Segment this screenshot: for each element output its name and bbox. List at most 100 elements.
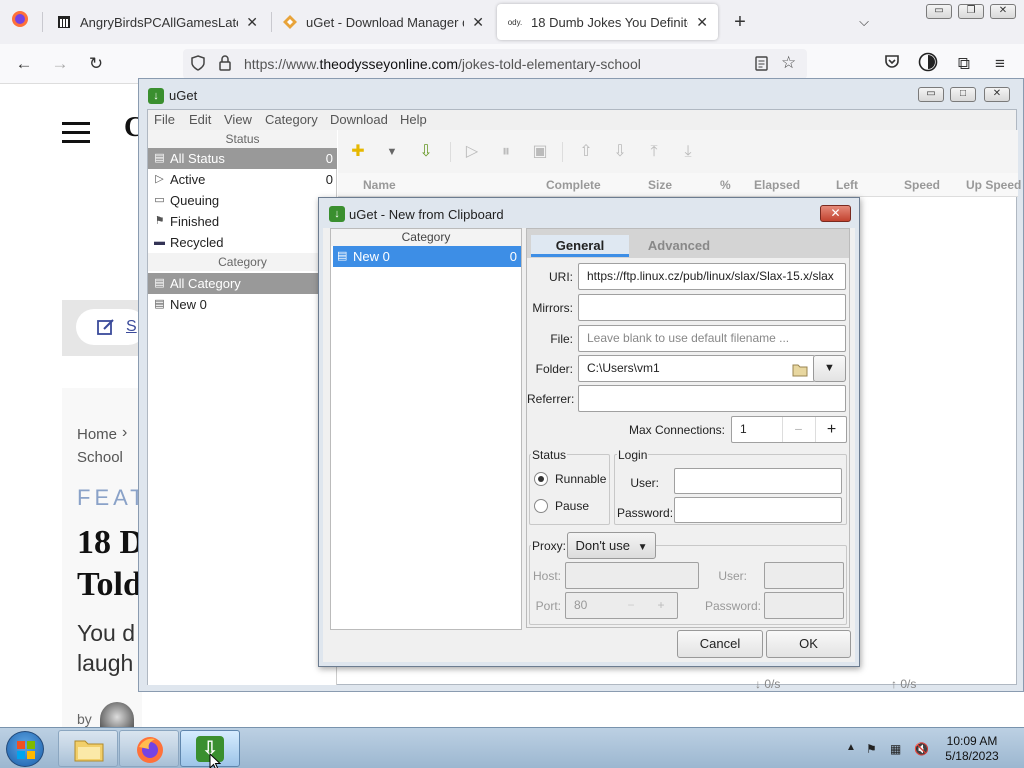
col-elapsed[interactable]: Elapsed: [754, 178, 800, 192]
cancel-button[interactable]: Cancel: [677, 630, 763, 658]
proxy-dropdown[interactable]: Don't use ▼: [567, 532, 656, 559]
status-group: [529, 454, 610, 525]
volume-muted-icon[interactable]: 🔇: [914, 742, 929, 756]
menu-category[interactable]: Category: [265, 112, 318, 127]
user-field[interactable]: [674, 468, 842, 494]
menu-edit[interactable]: Edit: [189, 112, 211, 127]
password-label: Password:: [617, 506, 674, 520]
start-button[interactable]: [6, 731, 44, 767]
close-window-button[interactable]: ✕: [990, 4, 1016, 19]
file-field[interactable]: Leave blank to use default filename ...: [578, 325, 846, 352]
url-bar[interactable]: https://www.theodysseyonline.com/jokes-t…: [183, 49, 807, 79]
taskbar-firefox[interactable]: [119, 730, 179, 767]
dialog-category-new0[interactable]: ▤ New 0 0: [333, 246, 521, 267]
back-icon[interactable]: ←: [12, 52, 36, 76]
close-tab-icon[interactable]: ✕: [246, 14, 258, 31]
runnable-label[interactable]: Runnable: [555, 472, 606, 486]
increment-button[interactable]: +: [815, 417, 846, 442]
category-new0[interactable]: ▤ New 0: [148, 294, 337, 315]
bookmark-star-icon[interactable]: ☆: [781, 53, 796, 73]
mirrors-field[interactable]: [578, 294, 846, 321]
forward-icon[interactable]: →: [48, 52, 72, 76]
firefox-menu-icon[interactable]: [8, 10, 32, 34]
account-icon[interactable]: [916, 52, 940, 76]
folder-icon[interactable]: [792, 361, 808, 381]
reload-icon[interactable]: ↻: [84, 52, 108, 76]
menu-file[interactable]: File: [154, 112, 175, 127]
status-finished[interactable]: ⚑ Finished: [148, 211, 337, 232]
taskbar-explorer[interactable]: [58, 730, 118, 767]
uri-field[interactable]: https://ftp.linux.cz/pub/linux/slax/Slax…: [578, 263, 846, 290]
list-tabs-icon[interactable]: ⌵: [852, 10, 876, 34]
dialog-close-button[interactable]: ✕: [820, 205, 851, 222]
pause-icon[interactable]: ⏸: [496, 142, 516, 162]
taskbar-clock[interactable]: 10:09 AM 5/18/2023: [944, 734, 1000, 764]
reader-view-icon[interactable]: [755, 56, 768, 74]
uget-minimize-button[interactable]: ▭: [918, 87, 944, 102]
share-pill[interactable]: S: [76, 309, 146, 345]
hamburger-menu-icon[interactable]: ≡: [988, 52, 1012, 76]
dialog-body: Category ▤ New 0 0 General Advanced URI:…: [323, 228, 855, 662]
col-left[interactable]: Left: [836, 178, 858, 192]
uget-maximize-button[interactable]: □: [950, 87, 976, 102]
tracking-shield-icon[interactable]: [191, 55, 205, 74]
col-size[interactable]: Size: [648, 178, 672, 192]
start-icon[interactable]: ▷: [462, 142, 482, 162]
move-bottom-icon[interactable]: ⤓: [678, 142, 698, 162]
port-decrement-button: −: [627, 598, 635, 612]
pocket-icon[interactable]: [880, 52, 904, 76]
status-queuing[interactable]: ▭ Queuing: [148, 190, 337, 211]
restore-button[interactable]: ❐: [958, 4, 984, 19]
decrement-button[interactable]: −: [782, 417, 814, 442]
breadcrumb-home[interactable]: Home: [77, 426, 117, 443]
new-dropdown-icon[interactable]: ▼: [382, 142, 402, 162]
col-speed[interactable]: Speed: [904, 178, 940, 192]
move-down-icon[interactable]: ⇩: [610, 142, 630, 162]
new-tab-icon[interactable]: +: [728, 10, 752, 34]
max-connections-field[interactable]: 1 − +: [731, 416, 847, 443]
action-center-icon[interactable]: ⚑: [866, 742, 877, 756]
uget-close-button[interactable]: ✕: [984, 87, 1010, 102]
ok-button[interactable]: OK: [766, 630, 851, 658]
col-complete[interactable]: Complete: [546, 178, 601, 192]
author-by: by: [77, 711, 92, 727]
pause-radio[interactable]: [534, 499, 548, 513]
lock-icon[interactable]: [219, 55, 231, 74]
extensions-icon[interactable]: ⧉: [952, 52, 976, 76]
breadcrumb-school[interactable]: School: [77, 449, 123, 466]
minimize-button[interactable]: ▭: [926, 4, 952, 19]
close-tab-icon[interactable]: ✕: [696, 14, 708, 31]
move-up-icon[interactable]: ⇧: [576, 142, 596, 162]
folder-field[interactable]: C:\Users\vm1: [578, 355, 815, 382]
tab-uget[interactable]: uGet - Download Manager dow ✕: [272, 4, 494, 40]
save-download-icon[interactable]: ⇩: [416, 142, 436, 162]
network-icon[interactable]: ▦: [890, 742, 901, 756]
move-top-icon[interactable]: ⤒: [644, 142, 664, 162]
runnable-radio[interactable]: [534, 472, 548, 486]
col-percent[interactable]: %: [720, 178, 731, 192]
col-name[interactable]: Name: [363, 178, 396, 192]
menu-view[interactable]: View: [224, 112, 252, 127]
tab-general[interactable]: General: [531, 235, 629, 257]
taskbar-uget[interactable]: ⇩: [180, 730, 240, 768]
new-download-icon[interactable]: ✚: [348, 142, 368, 162]
status-recycled[interactable]: ▬ Recycled: [148, 232, 337, 253]
status-all[interactable]: ▤ All Status 0: [148, 148, 337, 169]
referrer-field[interactable]: [578, 385, 846, 412]
tab-advanced[interactable]: Advanced: [629, 235, 729, 257]
menu-download[interactable]: Download: [330, 112, 388, 127]
new-from-clipboard-dialog: ↓ uGet - New from Clipboard ✕ Category ▤…: [318, 197, 860, 667]
category-all[interactable]: ▤ All Category: [148, 273, 337, 294]
password-field[interactable]: [674, 497, 842, 523]
tab-angrybirds[interactable]: AngryBirdsPCAllGamesLatestV ✕: [46, 4, 268, 40]
folder-dropdown-button[interactable]: ▼: [813, 355, 846, 382]
menu-help[interactable]: Help: [400, 112, 427, 127]
pause-label[interactable]: Pause: [555, 499, 589, 513]
properties-icon[interactable]: ▣: [530, 142, 550, 162]
tab-odyssey[interactable]: ody. 18 Dumb Jokes You Definitely T ✕: [497, 4, 718, 40]
show-hidden-icons[interactable]: ▲: [846, 742, 856, 753]
col-up-speed[interactable]: Up Speed: [966, 178, 1021, 192]
site-menu-icon[interactable]: [62, 122, 90, 149]
close-tab-icon[interactable]: ✕: [472, 14, 484, 31]
status-active[interactable]: ▷ Active 0: [148, 169, 337, 190]
